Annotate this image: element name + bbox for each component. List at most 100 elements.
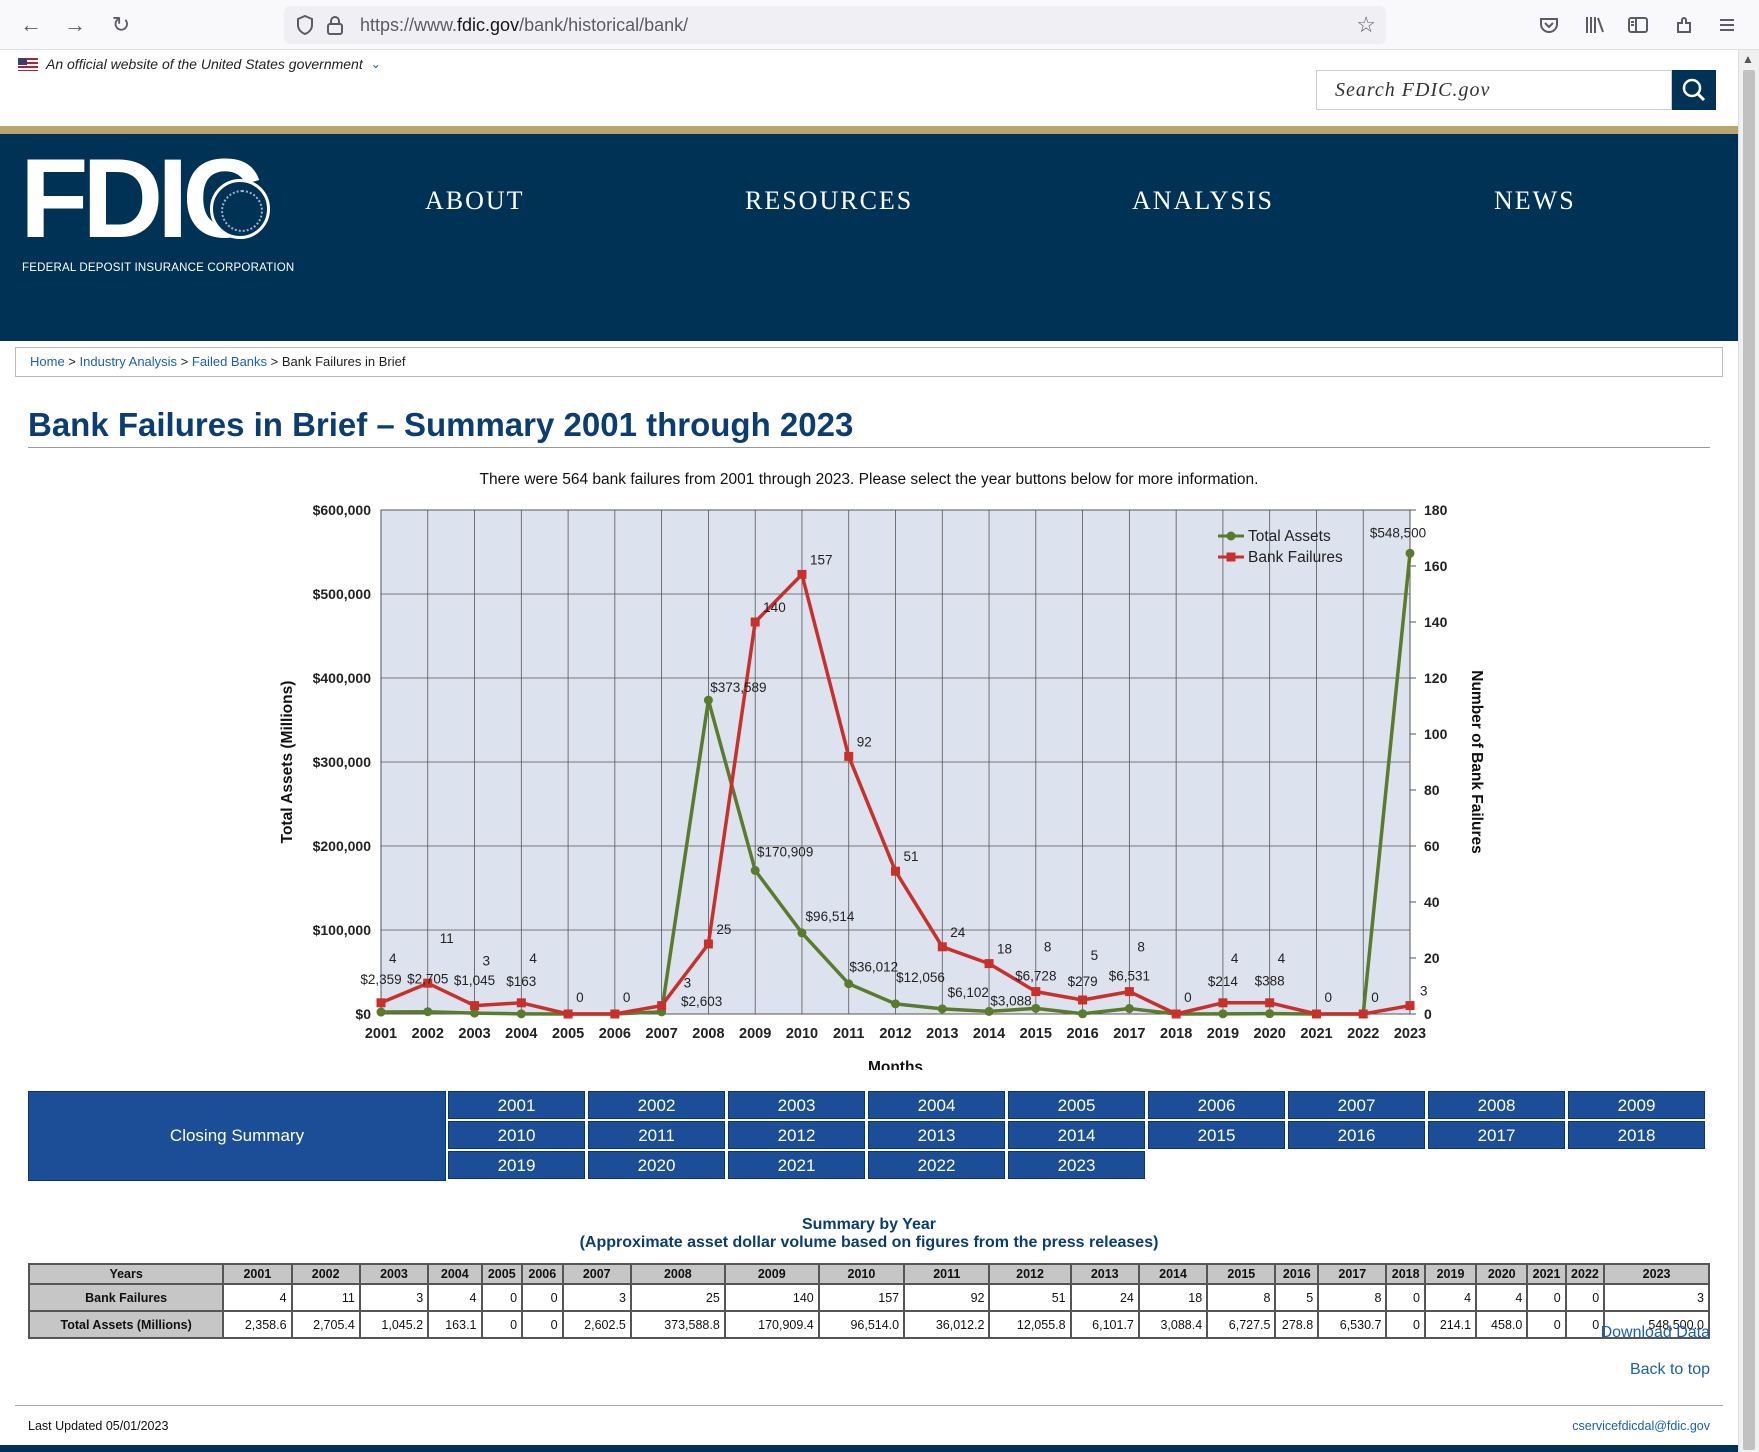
point-total-assets (750, 865, 760, 875)
data-label-total-assets: $2,705 (407, 972, 448, 987)
year-button-2021[interactable]: 2021 (728, 1151, 865, 1179)
year-button-2011[interactable]: 2011 (588, 1121, 725, 1149)
table-cell: 25 (629, 1283, 726, 1312)
year-button-2007[interactable]: 2007 (1288, 1091, 1425, 1119)
year-button-2019[interactable]: 2019 (448, 1151, 585, 1179)
y2-axis-title: Number of Bank Failures (1468, 670, 1485, 853)
point-bank-failures (1405, 1001, 1415, 1011)
table-cell: 0 (480, 1283, 524, 1312)
x-tick-label: 2022 (1347, 1026, 1379, 1042)
table-cell: 140 (723, 1283, 820, 1312)
header-year: 2015 (1206, 1263, 1277, 1285)
year-button-2001[interactable]: 2001 (448, 1091, 585, 1119)
footer-divider (15, 1405, 1723, 1406)
data-label-bank-failures: 25 (716, 922, 731, 937)
header-year: 2023 (1603, 1263, 1710, 1285)
table-cell: 4 (222, 1283, 293, 1312)
point-total-assets (516, 1009, 526, 1019)
point-bank-failures (703, 939, 713, 949)
table-cell: 6,727.5 (1206, 1310, 1277, 1339)
data-label-bank-failures: 92 (857, 734, 872, 749)
contact-email-link[interactable]: cservicefdicdal@fdic.gov (1572, 1419, 1710, 1433)
summary-title: Summary by Year (801, 1216, 936, 1233)
point-bank-failures (1031, 987, 1041, 997)
point-bank-failures (750, 617, 760, 627)
url-text[interactable]: https://www.fdic.gov/bank/historical/ban… (360, 15, 688, 36)
year-button-2010[interactable]: 2010 (448, 1121, 585, 1149)
table-cell: 0 (1564, 1310, 1606, 1339)
shield-icon[interactable] (296, 15, 314, 35)
point-bank-failures (610, 1009, 620, 1019)
back-button[interactable]: ← (16, 10, 46, 40)
scroll-up-icon[interactable]: ▲ (1742, 52, 1754, 66)
y2-tick-label: 0 (1424, 1006, 1432, 1022)
year-button-2002[interactable]: 2002 (588, 1091, 725, 1119)
point-total-assets (376, 1007, 386, 1017)
row-bank-failures-label: Bank Failures (27, 1283, 225, 1312)
year-button-2016[interactable]: 2016 (1288, 1121, 1425, 1149)
extensions-icon[interactable] (1670, 11, 1698, 39)
menu-icon[interactable] (1713, 11, 1741, 39)
data-label-total-assets: $6,531 (1109, 969, 1150, 984)
table-cell: 0 (521, 1310, 564, 1339)
table-cell: 12,055.8 (988, 1310, 1072, 1339)
y2-tick-label: 100 (1424, 726, 1448, 742)
table-cell: 373,588.8 (629, 1310, 726, 1339)
forward-button[interactable]: → (60, 10, 90, 40)
table-cell: 8 (1317, 1283, 1388, 1312)
year-button-2023[interactable]: 2023 (1008, 1151, 1145, 1179)
year-button-2017[interactable]: 2017 (1428, 1121, 1565, 1149)
table-cell: 163.1 (427, 1310, 483, 1339)
year-button-2006[interactable]: 2006 (1148, 1091, 1285, 1119)
year-button-2013[interactable]: 2013 (868, 1121, 1005, 1149)
y2-tick-label: 120 (1424, 670, 1448, 686)
scroll-thumb[interactable] (1743, 70, 1755, 1450)
point-bank-failures (844, 751, 854, 761)
back-to-top-link[interactable]: Back to top (1630, 1361, 1710, 1379)
year-button-2005[interactable]: 2005 (1008, 1091, 1145, 1119)
table-cell: 51 (988, 1283, 1072, 1312)
bookmark-star-icon[interactable]: ☆ (1356, 12, 1376, 38)
x-tick-label: 2011 (833, 1026, 864, 1042)
year-button-2015[interactable]: 2015 (1148, 1121, 1285, 1149)
data-label-bank-failures: 18 (997, 942, 1012, 957)
table-cell: 2,358.6 (222, 1310, 293, 1339)
header-year: 2003 (358, 1263, 430, 1285)
data-label-total-assets: $170,909 (757, 844, 813, 859)
pocket-icon[interactable] (1535, 11, 1563, 39)
address-bar[interactable]: https://www.fdic.gov/bank/historical/ban… (284, 6, 1386, 44)
data-label-bank-failures: 51 (904, 849, 919, 864)
reload-button[interactable]: ↻ (106, 10, 136, 40)
header-year: 2013 (1069, 1263, 1140, 1285)
year-button-2004[interactable]: 2004 (868, 1091, 1005, 1119)
closing-summary-button[interactable]: Closing Summary (28, 1091, 446, 1181)
year-button-2003[interactable]: 2003 (728, 1091, 865, 1119)
year-button-2018[interactable]: 2018 (1568, 1121, 1705, 1149)
year-button-2009[interactable]: 2009 (1568, 1091, 1705, 1119)
year-button-2020[interactable]: 2020 (588, 1151, 725, 1179)
year-button-2014[interactable]: 2014 (1008, 1121, 1145, 1149)
year-button-2012[interactable]: 2012 (728, 1121, 865, 1149)
point-total-assets (891, 999, 900, 1009)
download-data-link[interactable]: Download Data (1601, 1324, 1710, 1342)
x-tick-label: 2006 (599, 1026, 631, 1042)
header-year: 2007 (561, 1263, 632, 1285)
x-tick-label: 2013 (926, 1026, 958, 1042)
year-button-2022[interactable]: 2022 (868, 1151, 1005, 1179)
point-bank-failures (1311, 1009, 1321, 1019)
scrollbar[interactable]: ▲ (1738, 50, 1759, 1452)
row-bank-failures: Bank Failures 4 11 3 4 0 0 3 25 140 157 92 51 24 18 8 5 8… (27, 1283, 1710, 1312)
data-label-bank-failures: 3 (1420, 984, 1428, 999)
library-icon[interactable] (1580, 11, 1608, 39)
table-cell: 18 (1137, 1283, 1209, 1312)
x-tick-label: 2017 (1113, 1026, 1145, 1042)
table-cell: 1,045.2 (358, 1310, 430, 1339)
sidebar-icon[interactable] (1624, 11, 1652, 39)
table-cell: 170,909.4 (723, 1310, 820, 1339)
year-button-2008[interactable]: 2008 (1428, 1091, 1565, 1119)
lock-icon[interactable] (326, 15, 344, 35)
data-label-total-assets: $6,102 (948, 985, 989, 1000)
y2-tick-label: 20 (1424, 950, 1440, 966)
table-cell: 3 (1603, 1283, 1710, 1312)
x-tick-label: 2008 (692, 1026, 724, 1042)
